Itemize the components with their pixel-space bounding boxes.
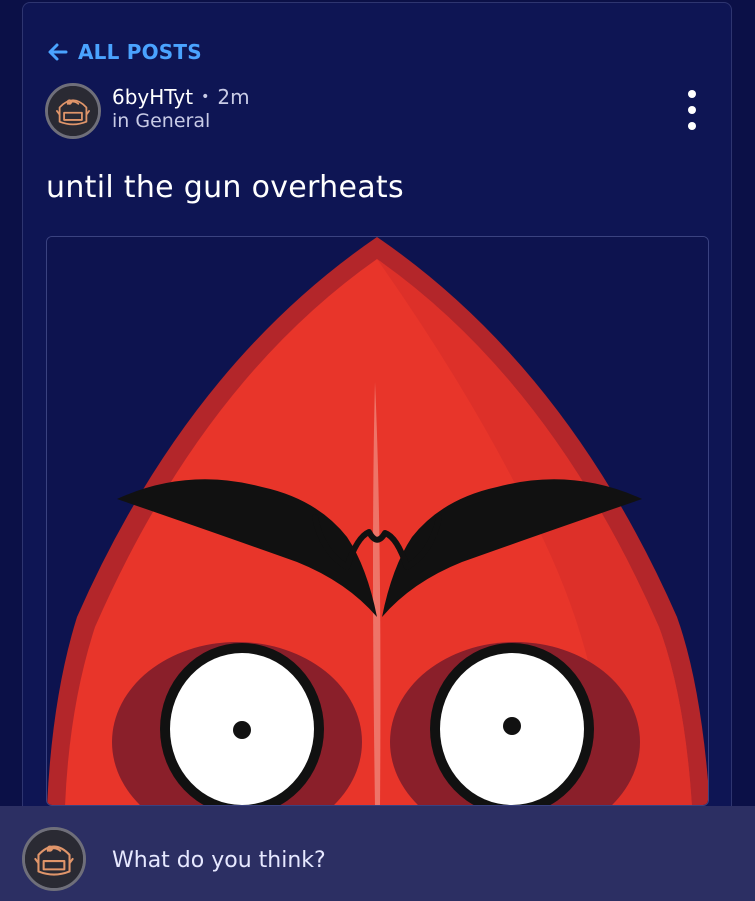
separator-dot: • bbox=[201, 89, 210, 105]
vertical-dots-icon bbox=[688, 90, 696, 98]
post-image[interactable] bbox=[46, 236, 709, 806]
post-time: 2m bbox=[217, 85, 250, 109]
current-user-avatar[interactable] bbox=[22, 827, 86, 891]
post-title: until the gun overheats bbox=[46, 170, 404, 205]
backpack-avatar-icon bbox=[48, 86, 98, 136]
all-posts-label: ALL POSTS bbox=[78, 40, 202, 64]
more-options-button[interactable] bbox=[680, 90, 704, 130]
all-posts-link[interactable]: ALL POSTS bbox=[46, 38, 202, 66]
author-avatar[interactable] bbox=[45, 83, 101, 139]
arrow-left-icon bbox=[48, 43, 68, 61]
comment-input[interactable] bbox=[112, 840, 712, 880]
post-category[interactable]: in General bbox=[112, 110, 210, 132]
backpack-avatar-icon bbox=[25, 830, 83, 888]
author-line: 6byHTyt • 2m bbox=[112, 84, 250, 110]
red-character-drawing bbox=[47, 237, 708, 805]
author-name[interactable]: 6byHTyt bbox=[112, 85, 193, 109]
